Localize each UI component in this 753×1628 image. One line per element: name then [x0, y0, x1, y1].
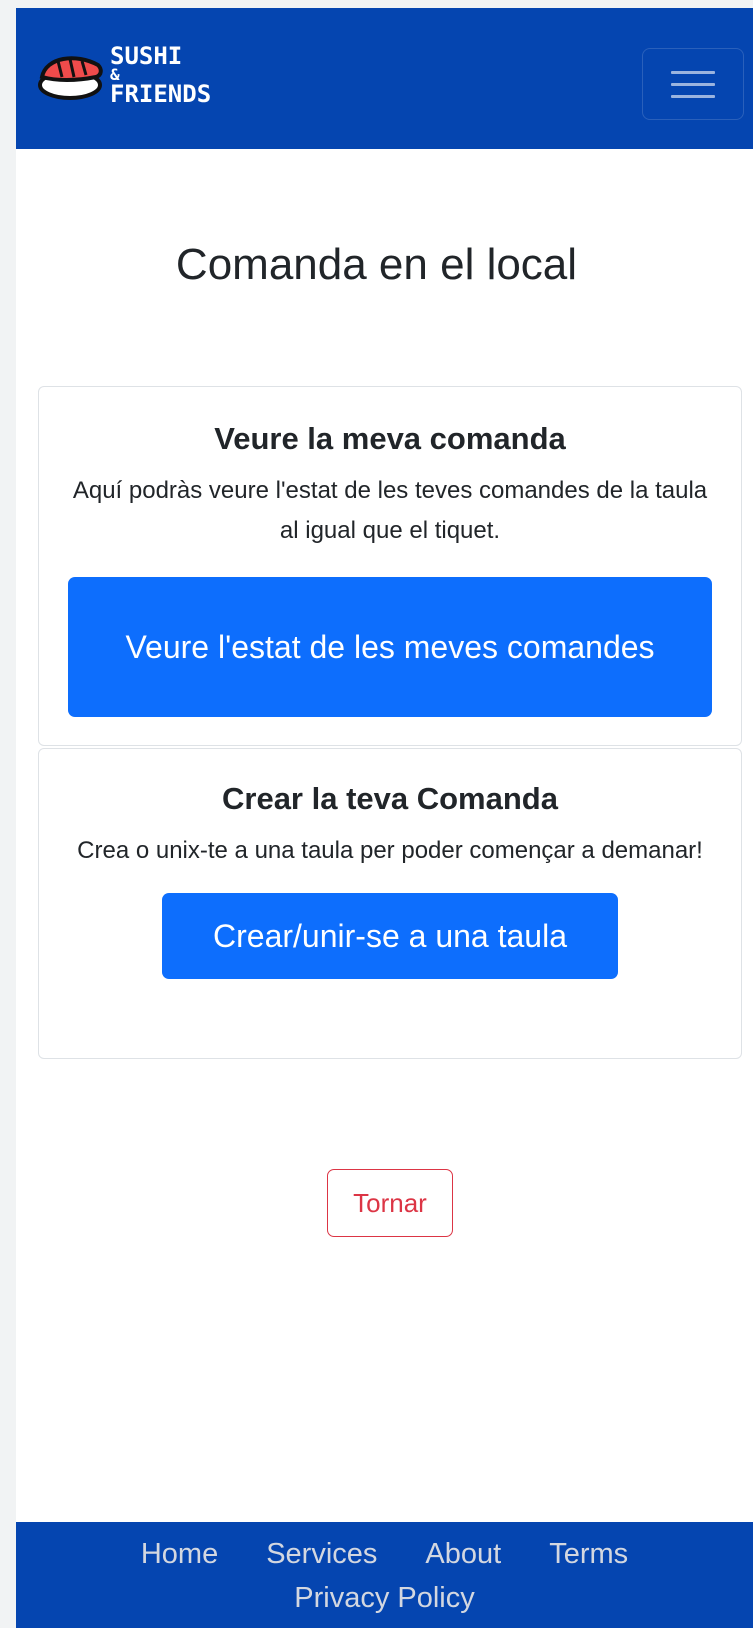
- brand-link[interactable]: SUSHI & FRIENDS: [36, 44, 211, 106]
- footer-link-terms[interactable]: Terms: [549, 1538, 628, 1570]
- footer-item: Home: [117, 1532, 242, 1576]
- brand-name: SUSHI & FRIENDS: [110, 44, 211, 106]
- footer-item: Privacy Policy: [270, 1576, 499, 1620]
- view-orders-button[interactable]: Veure l'estat de les meves comandes: [68, 577, 712, 717]
- navbar-toggler-button[interactable]: [642, 48, 744, 120]
- card-title: Veure la meva comanda: [214, 421, 566, 456]
- footer-item: About: [401, 1532, 525, 1576]
- footer-link-home[interactable]: Home: [141, 1538, 218, 1570]
- footer: Home Services About Terms Privacy Policy: [16, 1522, 753, 1628]
- footer-nav: Home Services About Terms Privacy Policy: [105, 1522, 665, 1620]
- hamburger-menu-icon: [671, 70, 715, 74]
- brand-line-1: SUSHI: [110, 42, 183, 70]
- card-title: Crear la teva Comanda: [222, 781, 558, 816]
- page-viewport: SUSHI & FRIENDS Comanda en el local Veur…: [16, 8, 753, 1628]
- footer-link-services[interactable]: Services: [266, 1538, 377, 1570]
- hamburger-menu-icon-bar: [671, 94, 715, 98]
- footer-link-about[interactable]: About: [425, 1538, 501, 1570]
- navbar: SUSHI & FRIENDS: [16, 8, 753, 149]
- brand-line-3: FRIENDS: [110, 80, 212, 108]
- page-title: Comanda en el local: [175, 240, 578, 289]
- hamburger-menu-icon-bar: [671, 82, 715, 86]
- create-order-card: Crear la teva Comanda Crea o unix-te a u…: [38, 748, 742, 1059]
- card-text: Aquí podràs veure l'estat de les teves c…: [72, 477, 708, 544]
- footer-item: Services: [242, 1532, 401, 1576]
- footer-link-privacy-policy[interactable]: Privacy Policy: [294, 1582, 475, 1614]
- view-order-card: Veure la meva comanda Aquí podràs veure …: [38, 386, 742, 746]
- card-text: Crea o unix-te a una taula per poder com…: [77, 837, 703, 864]
- back-button[interactable]: Tornar: [327, 1169, 453, 1237]
- join-table-button[interactable]: Crear/unir-se a una taula: [162, 893, 618, 979]
- sushi-logo-icon: [38, 56, 103, 100]
- footer-item: Terms: [525, 1532, 652, 1576]
